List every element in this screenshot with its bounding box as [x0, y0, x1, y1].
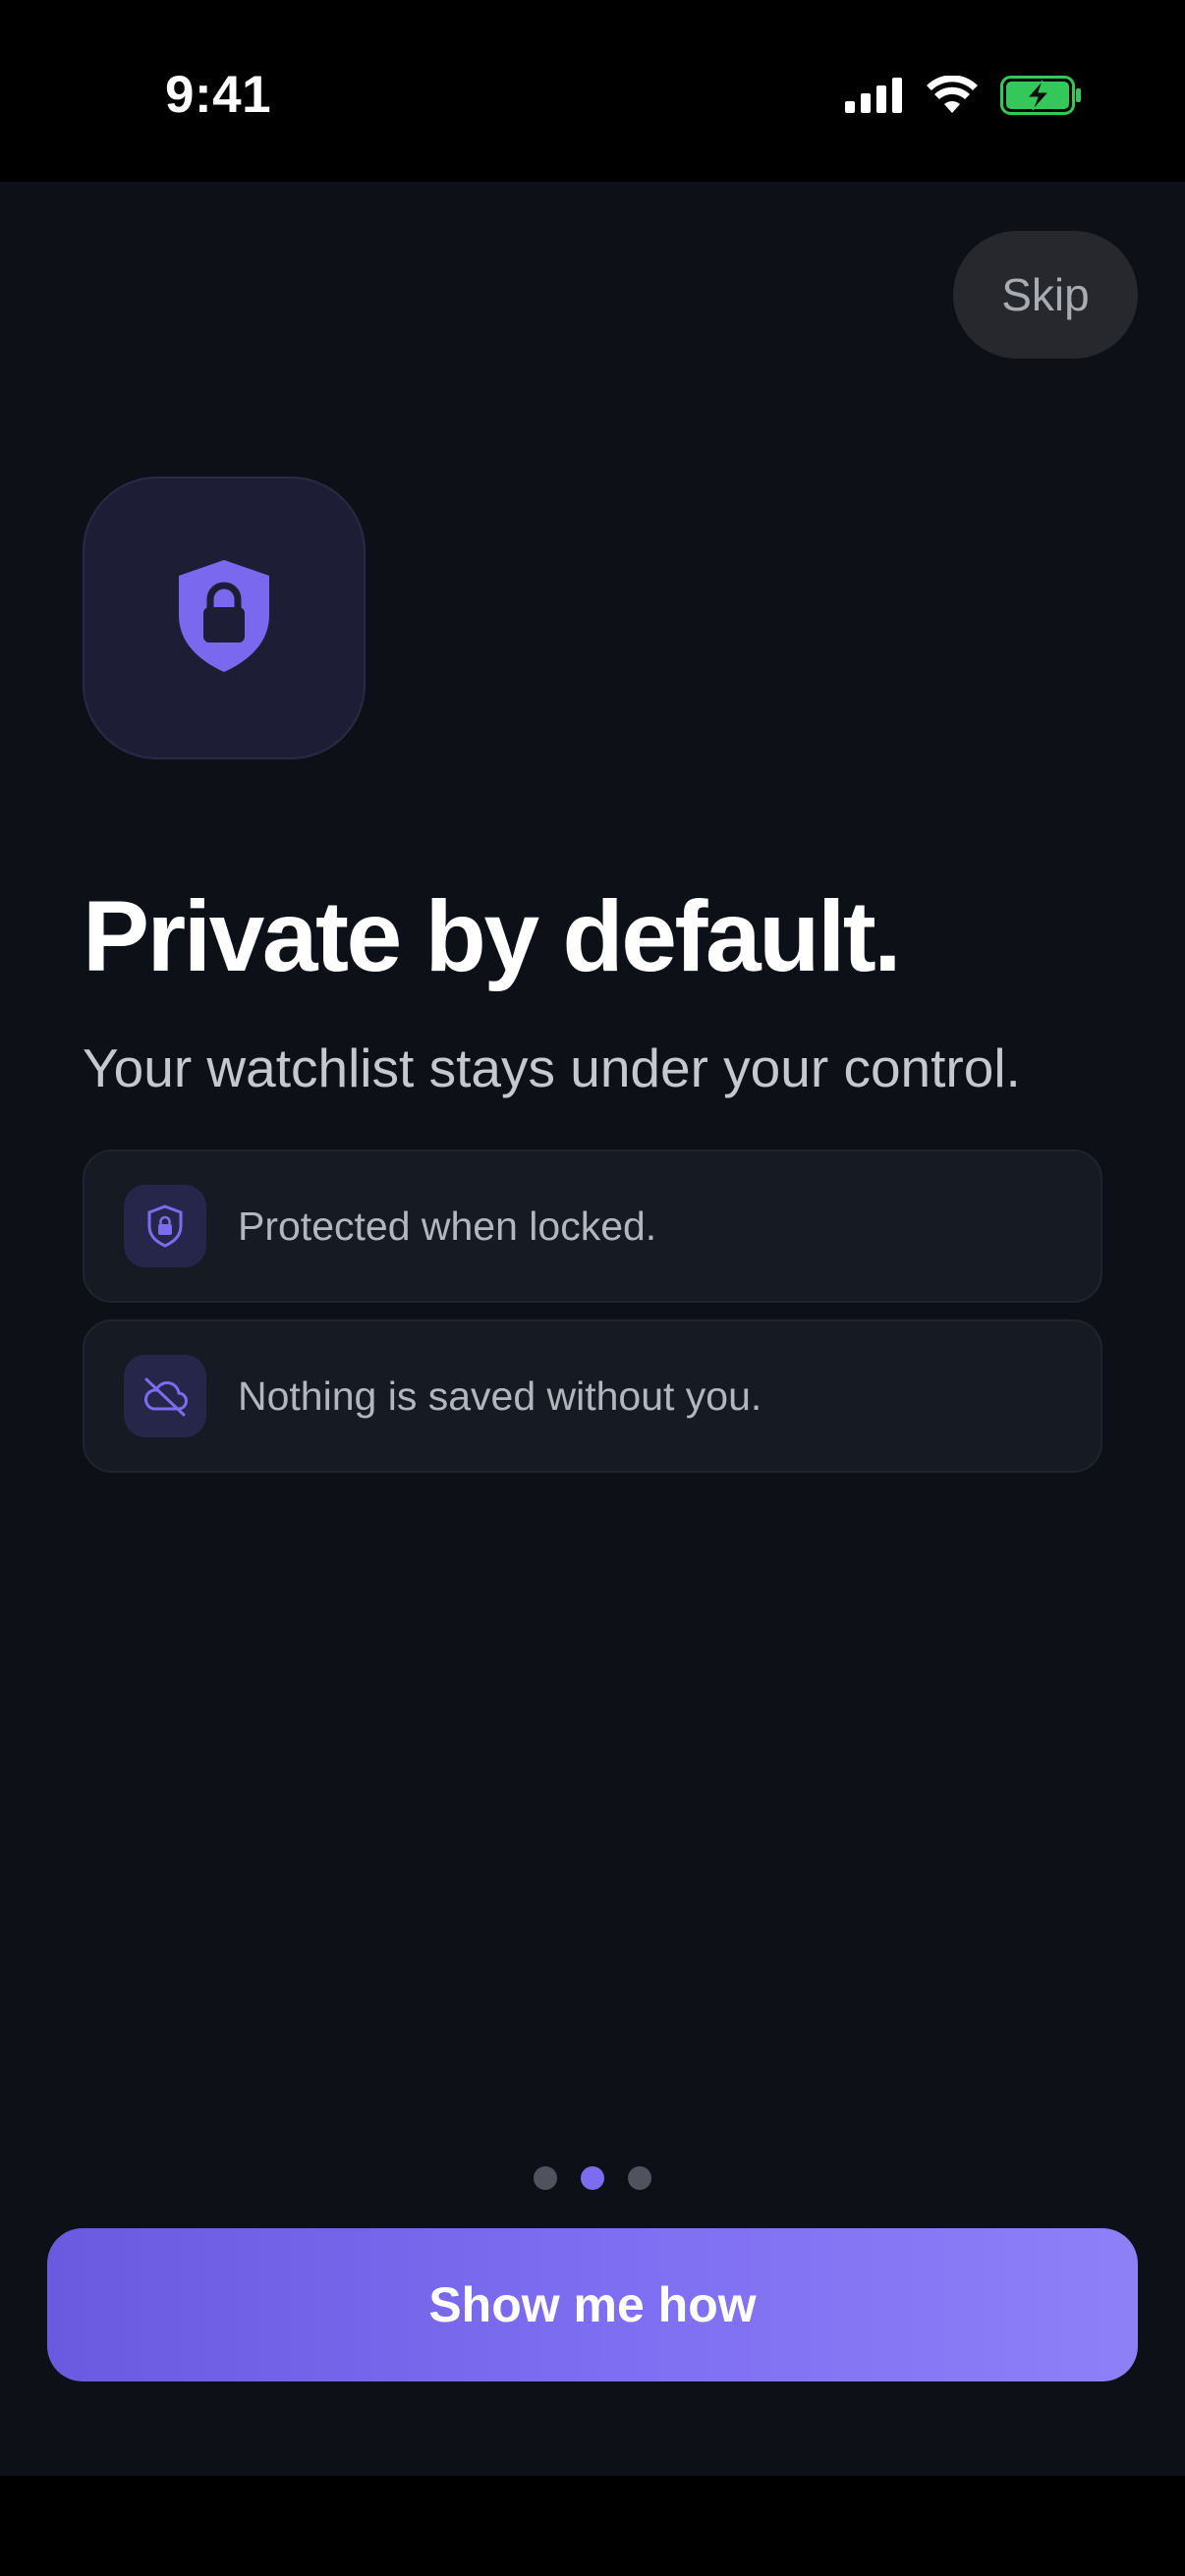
status-time: 9:41 [165, 66, 272, 124]
wifi-icon [926, 75, 979, 120]
onboarding-screen: Skip Private by default. Your watchlist … [0, 182, 1185, 2476]
skip-button[interactable]: Skip [953, 231, 1138, 359]
shield-lock-icon [175, 558, 273, 679]
cloud-off-icon [124, 1355, 206, 1437]
battery-charging-icon [1000, 75, 1083, 121]
cellular-signal-icon [845, 76, 904, 120]
status-bar: 9:41 [0, 0, 1185, 182]
feature-card-protected: Protected when locked. [83, 1149, 1102, 1303]
page-dot-active[interactable] [581, 2166, 604, 2190]
page-indicator [0, 2166, 1185, 2190]
phone-frame: 9:41 Skip Private by default. Your watch… [0, 0, 1185, 2576]
feature-card-no-cloud: Nothing is saved without you. [83, 1319, 1102, 1473]
page-subtitle: Your watchlist stays under your control. [83, 1037, 1021, 1098]
page-title: Private by default. [83, 880, 902, 992]
home-indicator-area [0, 2476, 1185, 2576]
feature-text: Protected when locked. [238, 1203, 657, 1249]
status-icons [845, 75, 1083, 121]
privacy-feature-icon [83, 476, 366, 759]
show-me-how-button[interactable]: Show me how [47, 2228, 1138, 2381]
page-dot[interactable] [628, 2166, 651, 2190]
shield-lock-icon [124, 1185, 206, 1267]
page-dot[interactable] [534, 2166, 557, 2190]
feature-text: Nothing is saved without you. [238, 1372, 762, 1419]
